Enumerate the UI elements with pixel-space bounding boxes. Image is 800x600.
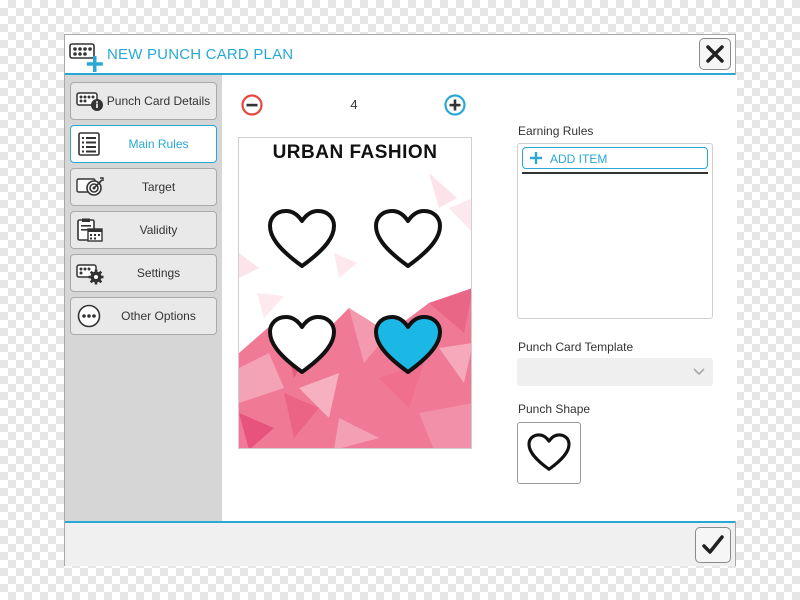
main-content: 4 URBAN FASHION Earning Rules ADD ITEM P… (222, 75, 737, 521)
sidebar-item-validity[interactable]: Validity (70, 211, 217, 249)
card-title: URBAN FASHION (272, 142, 438, 163)
calendar-clipboard-icon (77, 218, 103, 242)
add-item-button[interactable]: ADD ITEM (522, 147, 708, 169)
footer-bar (65, 521, 735, 566)
punch-shape-selector[interactable] (517, 422, 581, 484)
title-bar: NEW PUNCH CARD PLAN (65, 35, 735, 75)
punch-count-value: 4 (350, 97, 358, 112)
sidebar-item-main-rules[interactable]: Main Rules (70, 125, 217, 163)
target-icon (76, 177, 104, 196)
heart-icon (527, 433, 571, 471)
checkmark-icon (702, 535, 724, 554)
punch-card-template-select[interactable] (517, 358, 713, 386)
punch-shape-label: Punch Shape (518, 402, 591, 416)
sidebar-item-settings[interactable]: Settings (70, 254, 217, 292)
sidebar-item-label: Target (141, 180, 176, 194)
add-item-label: ADD ITEM (550, 152, 608, 166)
sidebar-item-label: Other Options (121, 309, 196, 323)
sidebar-item-label: Settings (136, 266, 181, 280)
window-title: NEW PUNCH CARD PLAN (107, 46, 294, 63)
sidebar-item-label: Main Rules (128, 137, 189, 151)
sidebar-item-label: Validity (139, 223, 178, 237)
heart-filled-icon (374, 315, 442, 374)
punch-card-template-label: Punch Card Template (518, 340, 634, 354)
settings-gear-icon (76, 264, 104, 285)
list-icon (78, 132, 100, 156)
card-details-icon (76, 92, 103, 111)
plus-circle-icon[interactable] (444, 94, 466, 116)
sidebar-item-target[interactable]: Target (70, 168, 217, 206)
earning-rules-list: ADD ITEM (517, 143, 713, 319)
minus-circle-icon[interactable] (241, 94, 263, 116)
close-button[interactable] (699, 38, 731, 70)
sidebar: Punch Card Details Main Rules Target Val… (65, 75, 222, 521)
card-pattern-background (239, 173, 471, 448)
punch-card-add-icon (69, 43, 103, 72)
chevron-down-icon (693, 368, 705, 376)
sidebar-item-other-options[interactable]: Other Options (70, 297, 217, 335)
earning-rules-label: Earning Rules (518, 124, 594, 138)
heart-icon (374, 209, 442, 268)
punch-card-plan-window: NEW PUNCH CARD PLAN Punch Card Details M… (64, 34, 737, 566)
divider (522, 172, 708, 174)
confirm-button[interactable] (695, 527, 731, 563)
heart-icon (268, 209, 336, 268)
plus-icon (530, 152, 542, 164)
sidebar-item-punch-card-details[interactable]: Punch Card Details (70, 82, 217, 120)
more-options-icon (77, 304, 101, 328)
punch-card-preview: URBAN FASHION (238, 137, 472, 449)
close-icon (706, 45, 724, 63)
sidebar-item-label: Punch Card Details (106, 94, 211, 108)
heart-icon (268, 315, 336, 374)
